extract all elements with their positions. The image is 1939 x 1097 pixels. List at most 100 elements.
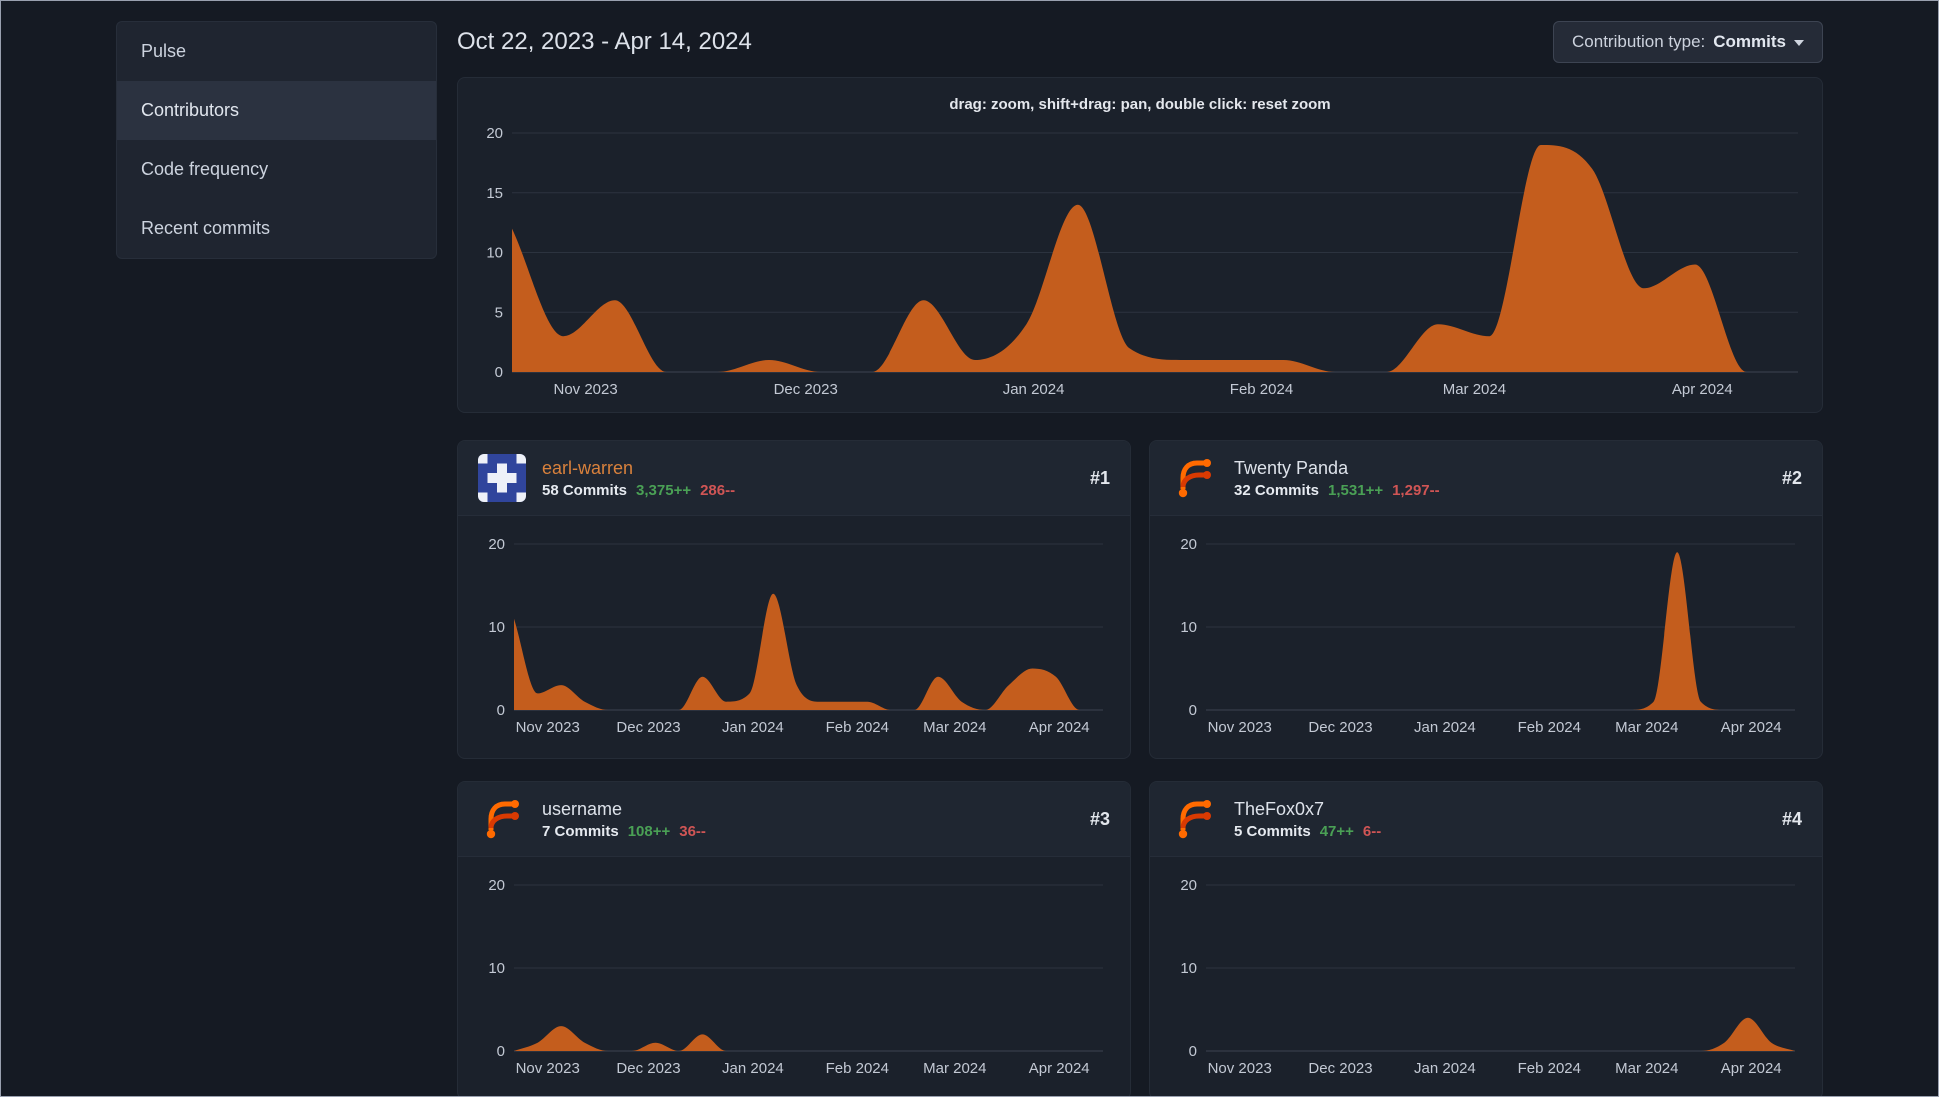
contributor-card-header: Twenty Panda 32 Commits 1,531++ 1,297-- … bbox=[1150, 441, 1822, 516]
activity-page: Pulse Contributors Code frequency Recent… bbox=[0, 0, 1939, 1097]
sidebar-item-pulse[interactable]: Pulse bbox=[117, 22, 436, 81]
svg-text:Nov 2023: Nov 2023 bbox=[1208, 1060, 1272, 1077]
contributor-card: TheFox0x7 5 Commits 47++ 6-- #4 0 10 20 Nov… bbox=[1149, 781, 1823, 1096]
sidebar-item-contributors[interactable]: Contributors bbox=[117, 81, 436, 140]
contributor-rank: #4 bbox=[1781, 808, 1802, 829]
contributor-chart[interactable]: 0 10 20 Nov 2023 Dec 2023 Jan 2024 Feb 2024 Mar… bbox=[1150, 857, 1822, 1095]
contribution-type-label: Contribution type: bbox=[1572, 32, 1706, 51]
svg-text:Jan 2024: Jan 2024 bbox=[1414, 1060, 1476, 1077]
contributor-avatar[interactable] bbox=[478, 454, 526, 502]
svg-text:5: 5 bbox=[495, 304, 503, 321]
identicon-avatar-image bbox=[478, 454, 526, 502]
svg-text:Dec 2023: Dec 2023 bbox=[616, 719, 680, 736]
contributor-cards: earl-warren 58 Commits 3,375++ 286-- #1 … bbox=[457, 440, 1823, 1096]
contributor-avatar[interactable] bbox=[1170, 795, 1218, 843]
svg-text:Jan 2024: Jan 2024 bbox=[1414, 719, 1476, 736]
contributor-meta: Twenty Panda 32 Commits 1,531++ 1,297-- bbox=[1234, 458, 1440, 499]
svg-text:Nov 2023: Nov 2023 bbox=[516, 1060, 580, 1077]
svg-text:0: 0 bbox=[495, 364, 503, 381]
sidebar-item-label: Contributors bbox=[141, 100, 240, 120]
additions-count: 1,531++ bbox=[1328, 481, 1384, 499]
contributor-name[interactable]: TheFox0x7 bbox=[1234, 799, 1381, 820]
commit-count: 32 Commits bbox=[1234, 481, 1320, 499]
commit-count: 5 Commits bbox=[1234, 822, 1311, 840]
svg-text:Dec 2023: Dec 2023 bbox=[616, 1060, 680, 1077]
svg-text:0: 0 bbox=[1189, 1043, 1197, 1060]
contributor-name[interactable]: username bbox=[542, 799, 706, 820]
svg-text:Jan 2024: Jan 2024 bbox=[722, 1060, 784, 1077]
deletions-count: 36-- bbox=[679, 822, 706, 840]
svg-text:Apr 2024: Apr 2024 bbox=[1029, 1060, 1090, 1077]
svg-text:Mar 2024: Mar 2024 bbox=[1615, 1060, 1678, 1077]
commit-count: 7 Commits bbox=[542, 822, 619, 840]
contributor-card: earl-warren 58 Commits 3,375++ 286-- #1 … bbox=[457, 440, 1131, 759]
svg-text:Feb 2024: Feb 2024 bbox=[1230, 381, 1293, 398]
contributor-chart[interactable]: 0 10 20 Nov 2023 Dec 2023 Jan 2024 Feb 2024 Mar… bbox=[458, 516, 1130, 754]
additions-count: 108++ bbox=[627, 822, 671, 840]
contributor-card: username 7 Commits 108++ 36-- #3 0 10 20 No… bbox=[457, 781, 1131, 1096]
chevron-down-icon bbox=[1794, 40, 1804, 46]
contributor-chart[interactable]: 0 10 20 Nov 2023 Dec 2023 Jan 2024 Feb 2024 Mar… bbox=[1150, 516, 1822, 754]
svg-text:20: 20 bbox=[486, 125, 503, 142]
svg-text:Feb 2024: Feb 2024 bbox=[1518, 1060, 1581, 1077]
svg-text:20: 20 bbox=[1180, 536, 1197, 553]
contributor-rank: #1 bbox=[1089, 467, 1110, 488]
svg-text:Jan 2024: Jan 2024 bbox=[722, 719, 784, 736]
svg-text:10: 10 bbox=[488, 619, 505, 636]
svg-text:20: 20 bbox=[1180, 877, 1197, 894]
contribution-type-dropdown[interactable]: Contribution type: Commits bbox=[1553, 21, 1823, 63]
deletions-count: 286-- bbox=[700, 481, 736, 499]
svg-text:Apr 2024: Apr 2024 bbox=[1029, 719, 1090, 736]
contributor-card-header: username 7 Commits 108++ 36-- #3 bbox=[458, 782, 1130, 857]
overall-activity-panel: drag: zoom, shift+drag: pan, double clic… bbox=[457, 77, 1823, 413]
svg-text:20: 20 bbox=[488, 536, 505, 553]
contributor-meta: username 7 Commits 108++ 36-- bbox=[542, 799, 706, 840]
svg-text:Mar 2024: Mar 2024 bbox=[1443, 381, 1506, 398]
contributor-name[interactable]: Twenty Panda bbox=[1234, 458, 1440, 479]
svg-text:10: 10 bbox=[488, 960, 505, 977]
contributor-name[interactable]: earl-warren bbox=[542, 458, 735, 479]
contributor-avatar[interactable] bbox=[478, 795, 526, 843]
contributor-stats: 7 Commits 108++ 36-- bbox=[542, 823, 706, 840]
svg-text:Feb 2024: Feb 2024 bbox=[826, 719, 889, 736]
svg-text:Jan 2024: Jan 2024 bbox=[1003, 381, 1065, 398]
forgejo-logo-icon bbox=[486, 800, 519, 839]
contributor-meta: earl-warren 58 Commits 3,375++ 286-- bbox=[542, 458, 735, 499]
svg-text:Nov 2023: Nov 2023 bbox=[553, 381, 617, 398]
main-content: Oct 22, 2023 - Apr 14, 2024 Contribution… bbox=[457, 21, 1823, 1096]
contribution-type-value: Commits bbox=[1713, 32, 1786, 51]
overall-activity-chart[interactable]: 0 5 10 15 20 Nov 2023 Dec 2023 Jan 2024 Feb 2024… bbox=[472, 117, 1808, 402]
date-range: Oct 22, 2023 - Apr 14, 2024 bbox=[457, 28, 752, 55]
additions-count: 47++ bbox=[1319, 822, 1354, 840]
svg-text:10: 10 bbox=[486, 245, 503, 262]
svg-text:10: 10 bbox=[1180, 619, 1197, 636]
svg-text:Nov 2023: Nov 2023 bbox=[516, 719, 580, 736]
contributor-stats: 58 Commits 3,375++ 286-- bbox=[542, 482, 735, 499]
forgejo-logo-icon bbox=[1178, 459, 1211, 498]
svg-text:Apr 2024: Apr 2024 bbox=[1672, 381, 1733, 398]
svg-text:Dec 2023: Dec 2023 bbox=[1308, 719, 1372, 736]
svg-text:Dec 2023: Dec 2023 bbox=[1308, 1060, 1372, 1077]
topbar: Oct 22, 2023 - Apr 14, 2024 Contribution… bbox=[457, 21, 1823, 63]
sidebar-item-label: Code frequency bbox=[141, 159, 269, 179]
sidebar-item-label: Pulse bbox=[141, 41, 187, 61]
svg-text:Dec 2023: Dec 2023 bbox=[774, 381, 838, 398]
svg-text:10: 10 bbox=[1180, 960, 1197, 977]
svg-text:0: 0 bbox=[1189, 702, 1197, 719]
svg-text:15: 15 bbox=[486, 185, 503, 202]
contributor-card-header: earl-warren 58 Commits 3,375++ 286-- #1 bbox=[458, 441, 1130, 516]
additions-count: 3,375++ bbox=[636, 481, 692, 499]
svg-text:Feb 2024: Feb 2024 bbox=[826, 1060, 889, 1077]
svg-text:Mar 2024: Mar 2024 bbox=[923, 719, 986, 736]
contributor-avatar[interactable] bbox=[1170, 454, 1218, 502]
contributor-card: Twenty Panda 32 Commits 1,531++ 1,297-- … bbox=[1149, 440, 1823, 759]
deletions-count: 6-- bbox=[1362, 822, 1382, 840]
sidebar-item-code-frequency[interactable]: Code frequency bbox=[117, 140, 436, 199]
contributor-chart[interactable]: 0 10 20 Nov 2023 Dec 2023 Jan 2024 Feb 2024 Mar… bbox=[458, 857, 1130, 1095]
sidebar-item-recent-commits[interactable]: Recent commits bbox=[117, 199, 436, 258]
deletions-count: 1,297-- bbox=[1392, 481, 1440, 499]
sidebar: Pulse Contributors Code frequency Recent… bbox=[116, 21, 437, 1096]
svg-text:Nov 2023: Nov 2023 bbox=[1208, 719, 1272, 736]
svg-text:0: 0 bbox=[497, 702, 505, 719]
svg-text:Apr 2024: Apr 2024 bbox=[1721, 1060, 1782, 1077]
